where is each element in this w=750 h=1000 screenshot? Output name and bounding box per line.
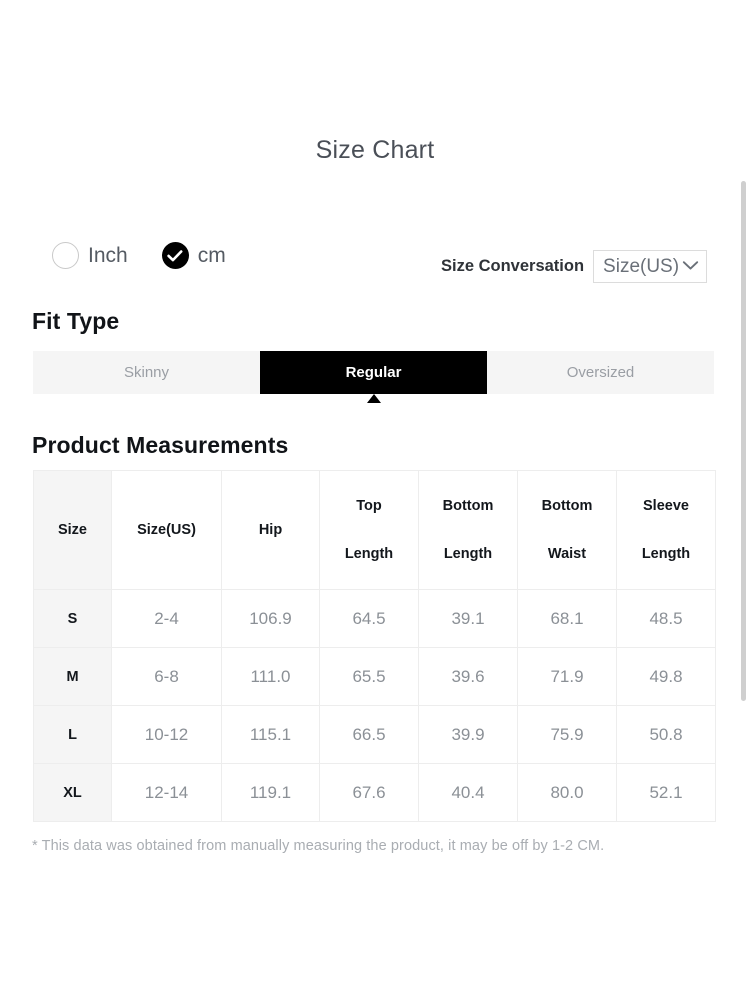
cell-size: L: [33, 705, 112, 764]
measurements-table: Size Size(US) Hip Top Length Bottom Leng…: [33, 470, 716, 822]
column-header-bottom-waist: Bottom Waist: [517, 470, 617, 590]
chevron-down-icon: [682, 258, 699, 276]
size-conversation-select[interactable]: Size(US): [593, 250, 708, 283]
radio-checked-icon[interactable]: [161, 242, 189, 269]
tab-skinny[interactable]: Skinny: [33, 351, 260, 394]
fit-type-tabs: Skinny Regular Oversized: [33, 351, 714, 394]
cell-bottom-length: 39.9: [418, 705, 518, 764]
cell-sleeve-length: 50.8: [616, 705, 716, 764]
table-header: Size Size(US) Hip Top Length Bottom Leng…: [33, 470, 716, 590]
cell-bottom-length: 39.1: [418, 589, 518, 648]
radio-unchecked-icon[interactable]: [52, 242, 79, 269]
cell-size-us: 10-12: [111, 705, 222, 764]
column-header-bottom-waist-line2: Waist: [547, 546, 587, 562]
table-body: S 2-4 106.9 64.5 39.1 68.1 48.5 M 6-8 11…: [33, 589, 716, 822]
size-conversation-label: Size Conversation: [441, 257, 585, 275]
cell-sleeve-length: 48.5: [616, 589, 716, 648]
cell-bottom-waist: 68.1: [517, 589, 617, 648]
column-header-bottom-waist-line1: Bottom: [541, 497, 593, 514]
column-header-top-length-line2: Length: [344, 546, 394, 562]
table-header-row: Size Size(US) Hip Top Length Bottom Leng…: [33, 470, 716, 590]
cell-hip: 111.0: [221, 647, 320, 706]
column-header-bottom-length-line1: Bottom: [442, 497, 494, 514]
size-conversation-row: Size Conversation Size(US): [441, 250, 708, 283]
cell-bottom-waist: 71.9: [517, 647, 617, 706]
cell-hip: 115.1: [221, 705, 320, 764]
cell-hip: 106.9: [221, 589, 320, 648]
table-row: M 6-8 111.0 65.5 39.6 71.9 49.8: [33, 647, 716, 706]
column-header-size-label: Size: [57, 521, 87, 538]
triangle-up-icon: [367, 394, 381, 403]
column-header-sleeve-length-line2: Length: [641, 546, 691, 562]
product-measurements-heading: Product Measurements: [32, 432, 289, 458]
tab-regular[interactable]: Regular: [260, 351, 487, 394]
column-header-hip: Hip: [221, 470, 320, 590]
column-header-size-us: Size(US): [111, 470, 222, 590]
cell-size: M: [33, 647, 112, 706]
cell-size: XL: [33, 763, 112, 822]
column-header-bottom-length-line2: Length: [443, 546, 493, 562]
table-row: L 10-12 115.1 66.5 39.9 75.9 50.8: [33, 705, 716, 764]
cell-size-us: 6-8: [111, 647, 222, 706]
cell-sleeve-length: 52.1: [616, 763, 716, 822]
column-header-sleeve-length-line1: Sleeve: [643, 497, 689, 514]
cell-bottom-waist: 80.0: [517, 763, 617, 822]
table-row: XL 12-14 119.1 67.6 40.4 80.0 52.1: [33, 763, 716, 822]
size-chart-page: Size Chart Inch cm Size Conversation Siz…: [0, 0, 750, 1000]
cell-sleeve-length: 49.8: [616, 647, 716, 706]
page-title: Size Chart: [315, 136, 435, 164]
column-header-top-length: Top Length: [319, 470, 419, 590]
cell-size: S: [33, 589, 112, 648]
vertical-scrollbar[interactable]: [738, 0, 750, 1000]
column-header-bottom-length: Bottom Length: [418, 470, 518, 590]
measurement-disclaimer: * This data was obtained from manually m…: [32, 838, 605, 854]
unit-option-cm[interactable]: cm: [161, 242, 226, 269]
cell-bottom-waist: 75.9: [517, 705, 617, 764]
unit-option-inch-label: Inch: [88, 244, 128, 267]
column-header-sleeve-length: Sleeve Length: [616, 470, 716, 590]
column-header-hip-label: Hip: [258, 521, 283, 538]
cell-top-length: 67.6: [319, 763, 419, 822]
size-conversation-value: Size(US): [603, 256, 680, 277]
unit-option-cm-label: cm: [197, 244, 226, 267]
unit-selector: Inch cm: [52, 242, 260, 269]
column-header-size: Size: [33, 470, 112, 590]
tab-oversized[interactable]: Oversized: [487, 351, 714, 394]
cell-top-length: 65.5: [319, 647, 419, 706]
cell-size-us: 2-4: [111, 589, 222, 648]
column-header-top-length-line1: Top: [356, 497, 382, 514]
column-header-size-us-label: Size(US): [137, 521, 196, 538]
scrollbar-thumb[interactable]: [741, 181, 746, 701]
table-row: S 2-4 106.9 64.5 39.1 68.1 48.5: [33, 589, 716, 648]
cell-top-length: 66.5: [319, 705, 419, 764]
cell-hip: 119.1: [221, 763, 320, 822]
unit-option-inch[interactable]: Inch: [52, 242, 128, 269]
fit-type-heading: Fit Type: [32, 308, 120, 334]
cell-bottom-length: 40.4: [418, 763, 518, 822]
cell-size-us: 12-14: [111, 763, 222, 822]
cell-top-length: 64.5: [319, 589, 419, 648]
cell-bottom-length: 39.6: [418, 647, 518, 706]
